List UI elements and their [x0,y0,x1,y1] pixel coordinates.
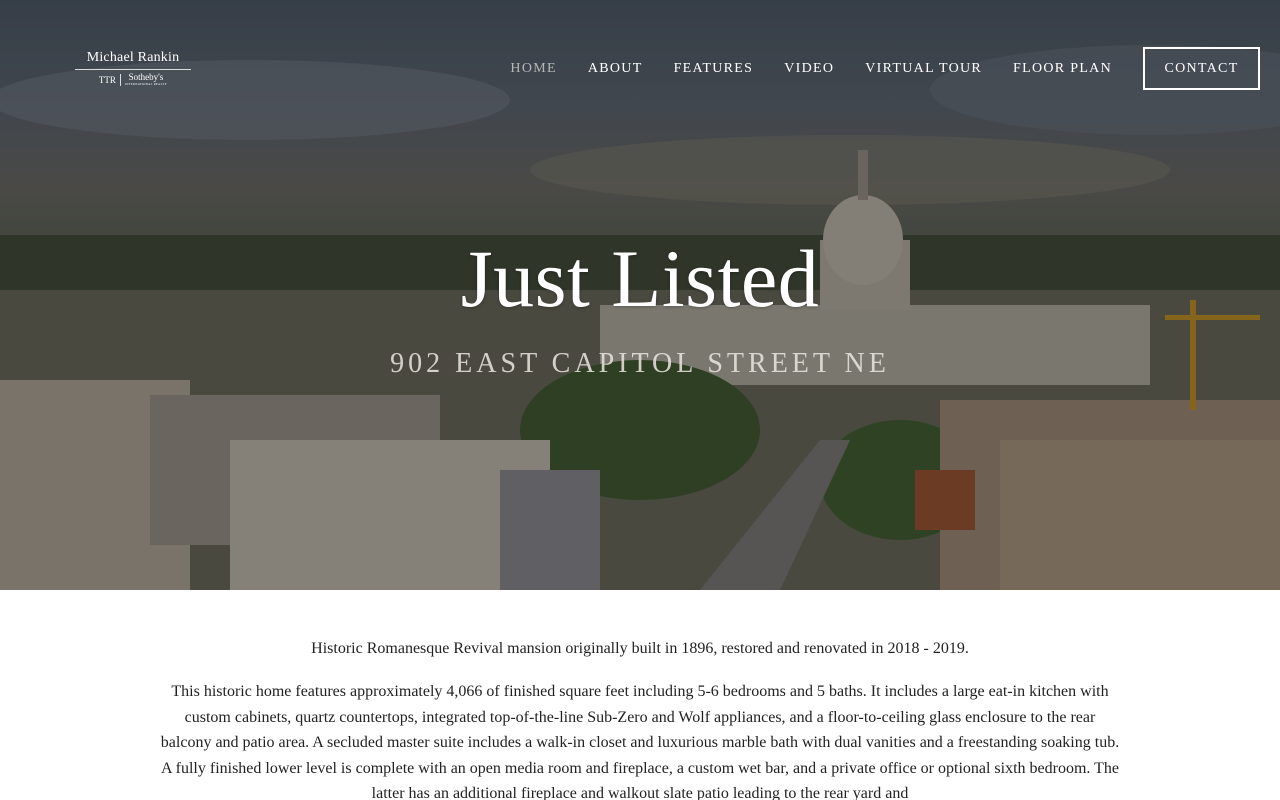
listing-intro: Historic Romanesque Revival mansion orig… [311,640,969,657]
site-logo[interactable]: Michael Rankin TTR Sotheby's INTERNATION… [75,50,191,86]
listing-content: Historic Romanesque Revival mansion orig… [0,590,1280,800]
logo-name: Michael Rankin [75,50,191,70]
hero-section: Michael Rankin TTR Sotheby's INTERNATION… [0,0,1280,590]
logo-divider [119,73,121,86]
nav-floor-plan[interactable]: FLOOR PLAN [1013,61,1112,77]
listing-description: This historic home features approximatel… [160,683,1120,800]
logo-brand-tagline: INTERNATIONAL REALTY [124,82,168,86]
hero-address: 902 EAST CAPITOL STREET NE [390,348,890,379]
nav-video[interactable]: VIDEO [784,61,834,77]
main-navigation: HOME ABOUT FEATURES VIDEO VIRTUAL TOUR F… [479,47,1260,90]
nav-virtual-tour[interactable]: VIRTUAL TOUR [865,61,982,77]
nav-home[interactable]: HOME [510,61,556,77]
contact-button[interactable]: CONTACT [1143,47,1260,90]
nav-about[interactable]: ABOUT [588,61,643,77]
logo-sothebys: Sotheby's INTERNATIONAL REALTY [125,73,167,86]
logo-brand: TTR Sotheby's INTERNATIONAL REALTY [75,73,191,86]
hero-title: Just Listed [460,233,820,324]
logo-ttr: TTR [98,74,116,85]
nav-features[interactable]: FEATURES [674,61,754,77]
logo-brand-name: Sotheby's [128,72,164,82]
